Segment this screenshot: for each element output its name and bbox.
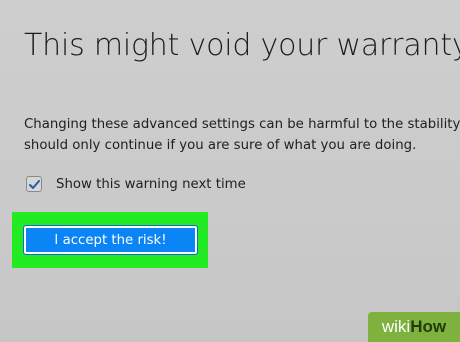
page-title: This might void your warranty! bbox=[24, 28, 460, 63]
watermark-wiki-text: wiki bbox=[381, 317, 411, 336]
about-config-warning-page: This might void your warranty! Changing … bbox=[0, 0, 460, 342]
warning-description: Changing these advanced settings can be … bbox=[24, 114, 460, 156]
show-warning-checkbox-row[interactable]: Show this warning next time bbox=[26, 174, 246, 194]
watermark-how-text: How bbox=[410, 317, 447, 336]
show-warning-label: Show this warning next time bbox=[56, 176, 246, 192]
checkmark-icon bbox=[29, 180, 40, 189]
wikihow-watermark: wiki How bbox=[368, 312, 460, 342]
accept-risk-button[interactable]: I accept the risk! bbox=[23, 225, 198, 255]
warning-description-line-2: should only continue if you are sure of … bbox=[24, 138, 417, 153]
warning-description-line-1: Changing these advanced settings can be … bbox=[24, 117, 460, 132]
show-warning-checkbox[interactable] bbox=[26, 176, 42, 192]
